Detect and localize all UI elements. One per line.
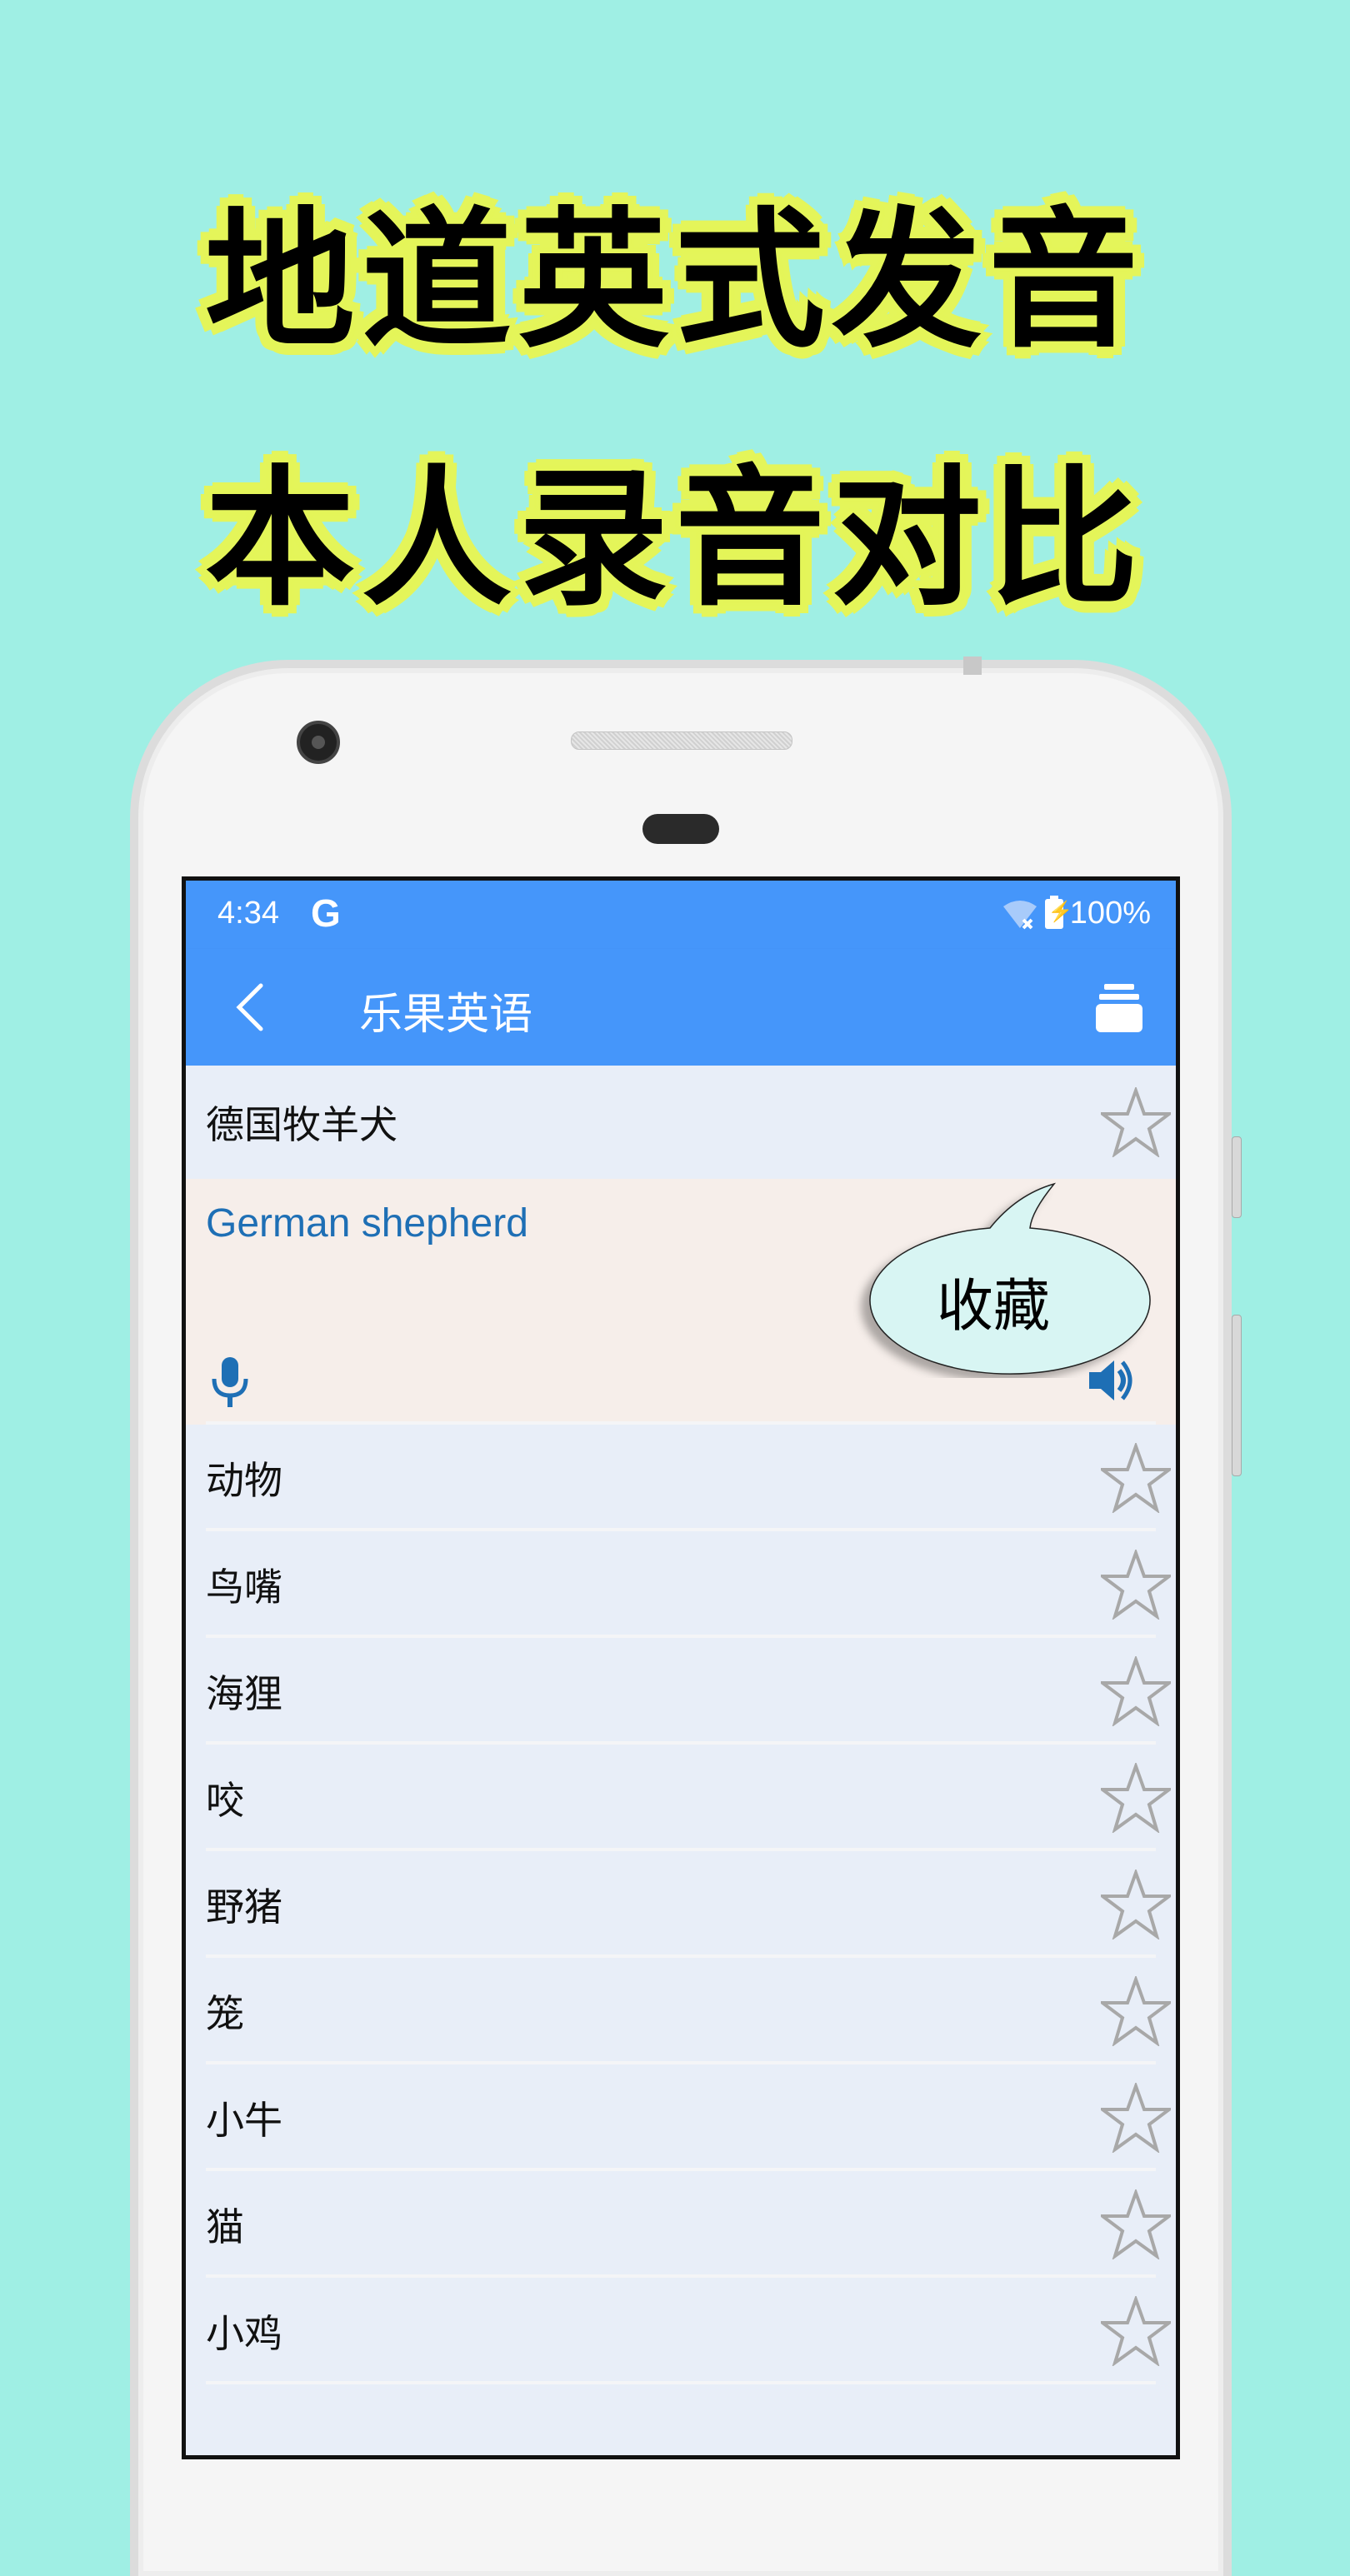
phone-volume-button — [1232, 1315, 1242, 1476]
list-item[interactable]: 海狸 — [186, 1638, 1176, 1745]
list-item-label: 猫 — [206, 2204, 244, 2249]
status-bar: 4:34 G ⚡ 100% — [186, 881, 1176, 949]
list-item-label: 咬 — [206, 1778, 244, 1823]
list-item-label: 动物 — [206, 1458, 282, 1503]
list-item[interactable]: 小牛 — [186, 2064, 1176, 2171]
star-icon[interactable] — [1101, 1763, 1171, 1833]
divider — [206, 2381, 1156, 2384]
list-item[interactable]: 咬 — [186, 1745, 1176, 1851]
star-icon[interactable] — [1101, 1087, 1171, 1157]
app-title: 乐果英语 — [359, 990, 533, 1040]
list-item-label: 小鸡 — [206, 2311, 282, 2356]
phone-power-button — [1232, 1136, 1242, 1218]
phone-screen: 4:34 G ⚡ 100% 乐果英语 德国牧羊犬 German shepherd — [182, 876, 1180, 2459]
status-time: 4:34 — [218, 896, 279, 931]
star-icon[interactable] — [1101, 2083, 1171, 2153]
list-item[interactable]: 小鸡 — [186, 2278, 1176, 2384]
word-list: 动物 鸟嘴 海狸 咬 野猪 笼 小牛 猫 小鸡 — [186, 1425, 1176, 2384]
list-item-label: 野猪 — [206, 1885, 282, 1930]
wifi-off-icon — [1002, 900, 1037, 929]
list-item-label: 笼 — [206, 1991, 244, 2036]
list-item[interactable]: 笼 — [186, 1958, 1176, 2064]
item-chinese: 德国牧羊犬 — [206, 1102, 398, 1147]
list-item[interactable]: 动物 — [186, 1425, 1176, 1531]
star-icon[interactable] — [1101, 1550, 1171, 1620]
chevron-left-icon[interactable] — [228, 981, 278, 1034]
earpiece-speaker — [571, 731, 792, 750]
list-item-label: 鸟嘴 — [206, 1565, 282, 1610]
list-item[interactable]: 鸟嘴 — [186, 1531, 1176, 1638]
battery-percent: 100% — [1069, 896, 1151, 931]
promo-headline-2: 本人录音对比 — [204, 451, 1145, 627]
star-icon[interactable] — [1101, 1870, 1171, 1939]
item-english[interactable]: German shepherd — [206, 1201, 528, 1246]
microphone-icon[interactable] — [211, 1355, 249, 1409]
star-icon[interactable] — [1101, 2189, 1171, 2259]
promo-headline-1: 地道英式发音 — [204, 192, 1145, 368]
app-bar: 乐果英语 — [186, 949, 1176, 1066]
star-icon[interactable] — [1101, 1656, 1171, 1726]
star-icon[interactable] — [1101, 2296, 1171, 2366]
list-item-label: 小牛 — [206, 2098, 282, 2143]
list-item-selected[interactable]: 德国牧羊犬 — [186, 1066, 1176, 1179]
callout-text: 收藏 — [937, 1274, 1051, 1340]
front-camera — [297, 721, 340, 764]
battery-charging-icon: ⚡ — [1044, 895, 1073, 929]
stack-icon[interactable] — [1094, 984, 1144, 1034]
list-item[interactable]: 野猪 — [186, 1851, 1176, 1958]
phone-top-button — [963, 656, 982, 675]
google-icon: G — [311, 891, 341, 935]
list-item-label: 海狸 — [206, 1671, 282, 1716]
star-icon[interactable] — [1101, 1443, 1171, 1513]
list-item[interactable]: 猫 — [186, 2171, 1176, 2278]
star-icon[interactable] — [1101, 1976, 1171, 2046]
proximity-sensor — [642, 814, 719, 844]
